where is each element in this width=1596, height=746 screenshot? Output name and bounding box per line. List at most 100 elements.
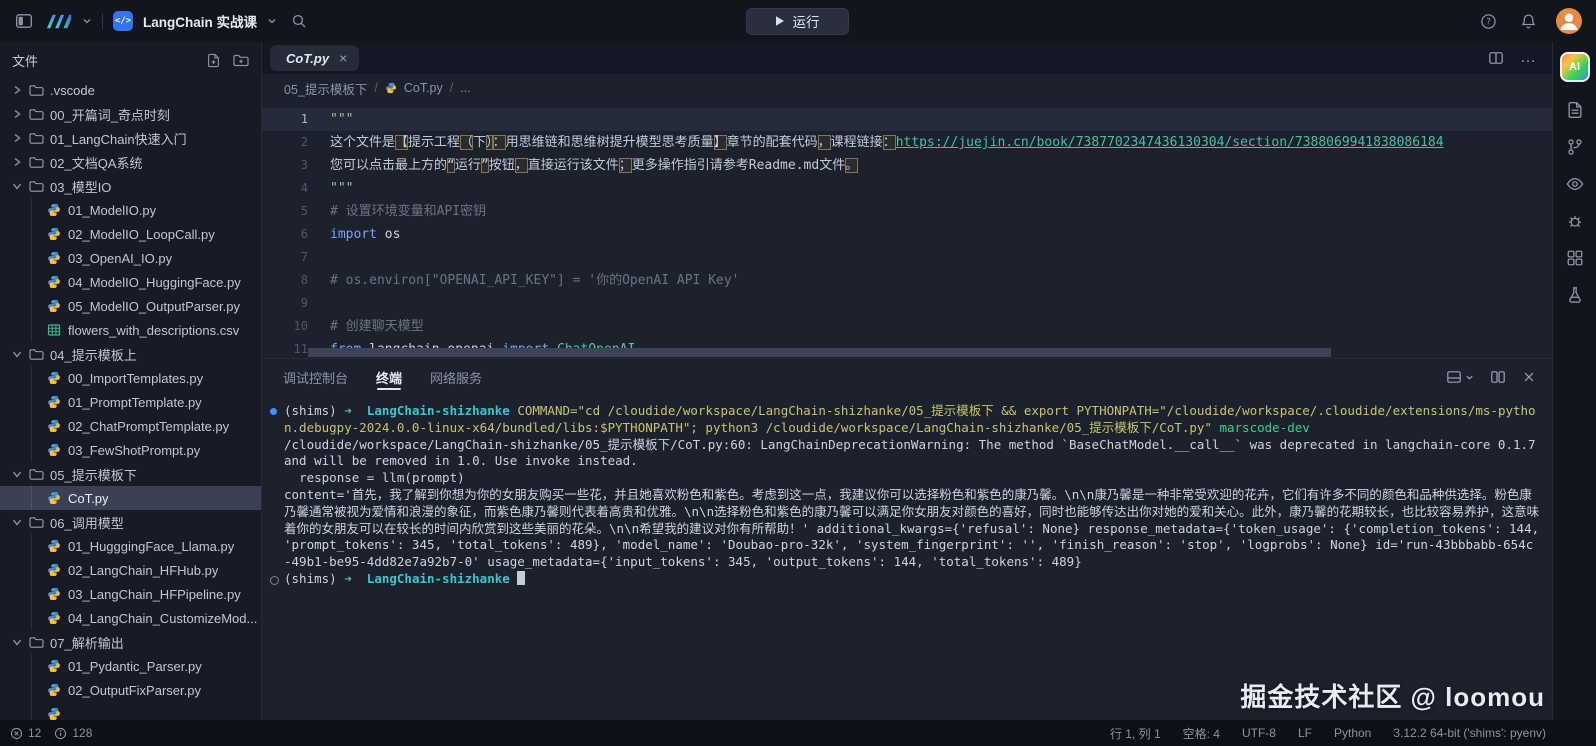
code-line[interactable]: 6import os (262, 223, 1552, 246)
tab-cot-py[interactable]: CoT.py × (270, 45, 359, 71)
tree-item[interactable]: 02_LangChain_HFHub.py (0, 558, 261, 582)
test-flask-icon[interactable] (1566, 286, 1584, 304)
maximize-panel-icon[interactable] (1490, 369, 1506, 385)
debug-icon[interactable] (1566, 212, 1584, 230)
panel-tab[interactable]: 网络服务 (430, 359, 482, 395)
project-code-icon[interactable]: </> (113, 11, 133, 31)
ai-assistant-icon[interactable]: AI (1560, 52, 1590, 82)
folder-icon (28, 178, 44, 194)
tree-item[interactable]: 02_ModelIO_LoopCall.py (0, 222, 261, 246)
tree-item[interactable]: CoT.py (0, 486, 261, 510)
tree-item[interactable]: 03_FewShotPrompt.py (0, 438, 261, 462)
code-line[interactable]: 3您可以点击最上方的“运行”按钮，直接运行该文件；更多操作指引请参考Readme… (262, 154, 1552, 177)
project-chevron-down-icon[interactable] (267, 16, 277, 26)
svg-text:?: ? (1486, 17, 1491, 27)
code-line[interactable]: 10# 创建聊天模型 (262, 315, 1552, 338)
code-line[interactable]: 8# os.environ["OPENAI_API_KEY"] = '你的Ope… (262, 269, 1552, 292)
extensions-grid-icon[interactable] (1566, 249, 1584, 267)
project-name[interactable]: LangChain 实战课 (143, 11, 257, 31)
tree-item[interactable]: flowers_with_descriptions.csv (0, 318, 261, 342)
tree-item[interactable]: 05_ModelIO_OutputParser.py (0, 294, 261, 318)
code-token: ， (818, 135, 831, 150)
breadcrumb-file[interactable]: CoT.py (404, 81, 443, 95)
tree-item[interactable]: 05_提示模板下 (0, 462, 261, 486)
tree-item[interactable]: .vscode (0, 78, 261, 102)
run-button[interactable]: 运行 (746, 8, 849, 35)
tree-item[interactable]: 04_提示模板上 (0, 342, 261, 366)
code-line[interactable]: 1""" (262, 108, 1552, 131)
close-panel-icon[interactable] (1522, 370, 1536, 384)
code-line[interactable]: 7 (262, 246, 1552, 269)
tree-item[interactable]: 00_ImportTemplates.py (0, 366, 261, 390)
preview-eye-icon[interactable] (1566, 175, 1584, 193)
user-avatar[interactable] (1556, 8, 1582, 34)
tree-item[interactable]: 06_调用模型 (0, 510, 261, 534)
sidebar-toggle-icon[interactable] (12, 9, 36, 33)
tree-item[interactable]: 00_开篇词_奇点时刻 (0, 102, 261, 126)
tree-item[interactable]: 02_文档QA系统 (0, 150, 261, 174)
breadcrumb-symbol[interactable]: ... (460, 81, 470, 95)
python-file-icon (46, 538, 62, 554)
tree-item[interactable]: 01_PromptTemplate.py (0, 390, 261, 414)
status-item[interactable]: 行 1, 列 1 (1110, 725, 1161, 742)
folder-icon (28, 154, 44, 170)
panel-tab[interactable]: 调试控制台 (283, 359, 348, 395)
breadcrumb-separator: / (374, 81, 377, 95)
tree-item[interactable]: 02_OutputFixParser.py (0, 678, 261, 702)
new-file-icon[interactable] (206, 53, 221, 68)
code-token: 直接运行该文件 (528, 158, 619, 173)
code-text: """ (308, 108, 1552, 131)
document-icon[interactable] (1566, 101, 1584, 119)
tree-item[interactable]: 03_OpenAI_IO.py (0, 246, 261, 270)
status-item[interactable]: Python (1334, 726, 1371, 740)
terminal-segment: marscode-dev (1219, 420, 1309, 435)
tree-item[interactable]: 01_HugggingFace_Llama.py (0, 534, 261, 558)
tree-item[interactable]: 01_LangChain快速入门 (0, 126, 261, 150)
code-line[interactable]: 5# 设置环境变量和API密钥 (262, 200, 1552, 223)
tree-label: 00_开篇词_奇点时刻 (50, 105, 170, 124)
tree-label: 02_ChatPromptTemplate.py (68, 419, 229, 434)
panel-tab[interactable]: 终端 (376, 359, 402, 395)
new-folder-icon[interactable] (233, 53, 249, 68)
breadcrumb-folder[interactable]: 05_提示模板下 (284, 79, 367, 98)
status-item[interactable]: 空格: 4 (1183, 725, 1220, 742)
tree-item[interactable]: 03_模型IO (0, 174, 261, 198)
python-file-icon (46, 706, 62, 720)
tree-item[interactable] (0, 702, 261, 720)
tree-item[interactable]: 02_ChatPromptTemplate.py (0, 414, 261, 438)
workspace-chevron-down-icon[interactable] (82, 16, 92, 26)
code-line[interactable]: 4""" (262, 177, 1552, 200)
ide-logo[interactable] (46, 13, 72, 30)
status-item[interactable]: LF (1298, 726, 1312, 740)
tree-item[interactable]: 01_Pydantic_Parser.py (0, 654, 261, 678)
source-control-icon[interactable] (1566, 138, 1584, 156)
terminal-block: /cloudide/workspace/LangChain-shizhanke/… (270, 437, 1540, 471)
tree-item[interactable]: 04_ModelIO_HuggingFace.py (0, 270, 261, 294)
folder-icon (28, 82, 44, 98)
code-line[interactable]: 9 (262, 292, 1552, 315)
code-editor[interactable]: 1"""2这个文件是【提示工程（下）：用思维链和思维树提升模型思考质量】章节的配… (262, 102, 1552, 358)
close-tab-icon[interactable]: × (339, 51, 347, 65)
notifications-bell-icon[interactable] (1516, 9, 1540, 33)
code-line[interactable]: 2这个文件是【提示工程（下）：用思维链和思维树提升模型思考质量】章节的配套代码，… (262, 131, 1552, 154)
terminal-output[interactable]: (shims) ➜ LangChain-shizhanke COMMAND="c… (262, 395, 1552, 720)
problems-indicator[interactable]: 12 128 (10, 726, 92, 740)
tree-item[interactable]: 01_ModelIO.py (0, 198, 261, 222)
tree-item[interactable]: 07_解析输出 (0, 630, 261, 654)
tab-label: CoT.py (286, 51, 329, 66)
panel-layout-icon[interactable] (1446, 369, 1474, 385)
tree-item[interactable]: 03_LangChain_HFPipeline.py (0, 582, 261, 606)
horizontal-scrollbar[interactable] (308, 348, 1540, 357)
python-file-icon (46, 250, 62, 266)
status-item[interactable]: 3.12.2 64-bit ('shims': pyenv) (1393, 726, 1546, 740)
tree-label: 04_LangChain_CustomizeMod... (68, 611, 257, 626)
scrollbar-thumb[interactable] (308, 348, 1331, 357)
tree-item[interactable]: 04_LangChain_CustomizeMod... (0, 606, 261, 630)
search-icon[interactable] (287, 9, 311, 33)
line-number: 7 (262, 246, 308, 269)
more-actions-icon[interactable]: … (1520, 49, 1536, 67)
help-icon[interactable]: ? (1476, 9, 1500, 33)
status-item[interactable]: UTF-8 (1242, 726, 1276, 740)
split-editor-icon[interactable] (1488, 50, 1504, 66)
code-token: 更多操作指引请参考Readme.md文件 (632, 158, 845, 173)
